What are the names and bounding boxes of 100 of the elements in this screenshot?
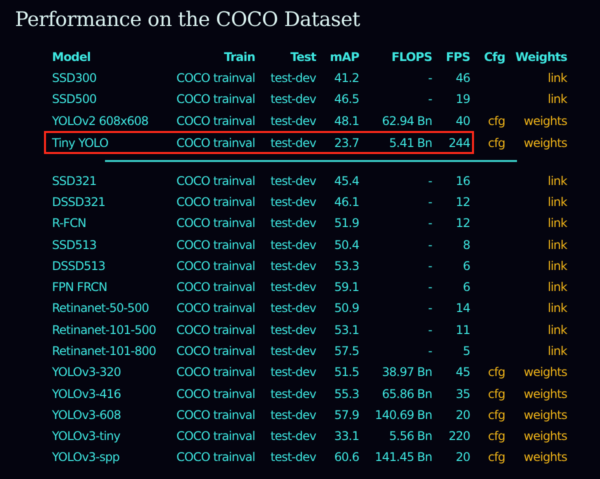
map-cell-text: 51.5 (333, 364, 359, 382)
weights-link[interactable]: weights (506, 134, 567, 152)
cfg-link[interactable]: cfg (470, 384, 506, 403)
fps-cell-text: 220 (448, 428, 470, 446)
flops-cell-text: - (427, 236, 432, 254)
test-cell-text: test-dev (270, 215, 316, 232)
weights-link[interactable]: weights (506, 448, 567, 466)
cfg-link[interactable]: cfg (470, 134, 506, 152)
model-cell-text: YOLOv3-spp (52, 449, 120, 466)
cfg-header: Cfg (483, 48, 506, 66)
test-cell-text: test-dev (270, 134, 316, 152)
test-cell-text: test-dev (270, 406, 316, 424)
weights-link[interactable]: link (506, 299, 567, 318)
weights-link[interactable]: link (506, 320, 567, 339)
map-cell-text: 23.7 (333, 134, 359, 152)
test-cell-text: test-dev (270, 258, 316, 275)
flops-cell-text: 140.69 Bn (374, 406, 432, 424)
model-cell-text: SSD500 (52, 91, 98, 108)
fps-cell-text: 6 (462, 258, 470, 275)
fps-cell-text: 14 (454, 300, 470, 318)
map-cell-text: 48.1 (333, 112, 359, 130)
weights-link[interactable]: weights (506, 112, 567, 130)
map-cell-text: 50.4 (333, 236, 359, 254)
model-cell-text: YOLOv2 608x608 (52, 112, 150, 130)
model-cell-text: YOLOv3-320 (52, 364, 122, 382)
weights-link[interactable]: weights (506, 427, 567, 446)
model-cell-text: YOLOv3-608 (52, 406, 122, 424)
cfg-link[interactable]: cfg (470, 112, 506, 130)
test-cell-text: test-dev (270, 112, 316, 130)
cfg-link[interactable]: cfg (470, 427, 506, 446)
map-cell-text: 41.2 (333, 70, 359, 87)
cfg-link[interactable]: cfg (470, 448, 506, 466)
cfg-link[interactable]: cfg (470, 406, 506, 424)
fps-cell-text: 12 (454, 194, 470, 211)
model-cell-text: DSSD321 (52, 194, 106, 211)
map-cell-text: 50.9 (333, 300, 359, 318)
weights-link[interactable]: link (506, 278, 567, 296)
page-title: Performance on the COCO Dataset (14, 6, 362, 33)
train-cell-text: COCO trainval (175, 172, 255, 190)
weights-link[interactable]: link (506, 256, 567, 275)
flops-cell-text: - (427, 215, 432, 232)
flops-cell-text: 5.41 Bn (388, 134, 432, 152)
map-header: mAP (328, 48, 359, 66)
flops-cell-text: - (427, 322, 432, 339)
weights-link[interactable]: link (506, 68, 567, 87)
fps-cell-text: 20 (454, 406, 470, 424)
train-cell-text: COCO trainval (175, 343, 255, 360)
map-cell-text: 57.9 (333, 406, 359, 424)
weights-link[interactable]: link (506, 236, 567, 254)
model-cell-text: SSD321 (52, 172, 98, 190)
fps-cell-text: 8 (462, 236, 470, 254)
fps-cell-text: 244 (448, 134, 470, 152)
weights-link[interactable]: weights (506, 384, 567, 403)
model-cell-text: Retinanet-50-500 (52, 300, 150, 318)
test-cell-text: test-dev (270, 70, 316, 87)
train-cell-text: COCO trainval (175, 428, 255, 446)
train-cell-text: COCO trainval (175, 112, 255, 130)
train-cell-text: COCO trainval (175, 322, 255, 339)
cfg-link[interactable]: cfg (470, 363, 506, 382)
test-cell-text: test-dev (270, 343, 316, 360)
fps-header: FPS (444, 48, 470, 66)
weights-link[interactable]: link (506, 90, 567, 108)
flops-header: FLOPS (390, 48, 432, 66)
test-cell-text: test-dev (270, 322, 316, 339)
map-cell-text: 33.1 (333, 428, 359, 446)
train-cell-text: COCO trainval (175, 194, 255, 211)
map-cell-text: 53.1 (333, 322, 359, 339)
weights-link[interactable]: link (506, 214, 567, 232)
model-cell-text: DSSD513 (52, 258, 106, 275)
fps-cell-text: 5 (462, 343, 470, 360)
model-cell-text: Retinanet-101-500 (52, 322, 157, 339)
map-cell-text: 46.5 (333, 91, 359, 108)
map-cell-text: 46.1 (333, 194, 359, 211)
weights-link[interactable]: weights (506, 406, 567, 424)
train-cell-text: COCO trainval (175, 215, 255, 232)
flops-cell-text: 141.45 Bn (374, 449, 432, 466)
fps-cell-text: 40 (454, 112, 470, 130)
weights-link[interactable]: link (506, 342, 567, 360)
fps-cell-text: 11 (454, 322, 470, 339)
fps-cell-text: 19 (454, 91, 470, 108)
model-header: Model (52, 48, 92, 66)
flops-cell-text: - (427, 172, 432, 190)
test-cell-text: test-dev (270, 428, 316, 446)
flops-cell-text: - (427, 343, 432, 360)
weights-header: Weights (514, 48, 567, 66)
train-cell-text: COCO trainval (175, 236, 255, 254)
map-cell-text: 45.4 (333, 172, 359, 190)
test-cell-text: test-dev (270, 300, 316, 318)
test-header: Test (289, 48, 316, 66)
model-cell-text: SSD513 (52, 236, 98, 254)
fps-cell-text: 16 (454, 172, 470, 190)
flops-cell-text: - (427, 70, 432, 87)
flops-cell-text: - (427, 300, 432, 318)
map-cell-text: 51.9 (333, 215, 359, 232)
weights-link[interactable]: weights (506, 363, 567, 382)
weights-link[interactable]: link (506, 172, 567, 190)
flops-cell-text: 62.94 Bn (380, 112, 432, 130)
train-cell-text: COCO trainval (175, 364, 255, 382)
train-cell-text: COCO trainval (175, 279, 255, 296)
weights-link[interactable]: link (506, 192, 567, 211)
